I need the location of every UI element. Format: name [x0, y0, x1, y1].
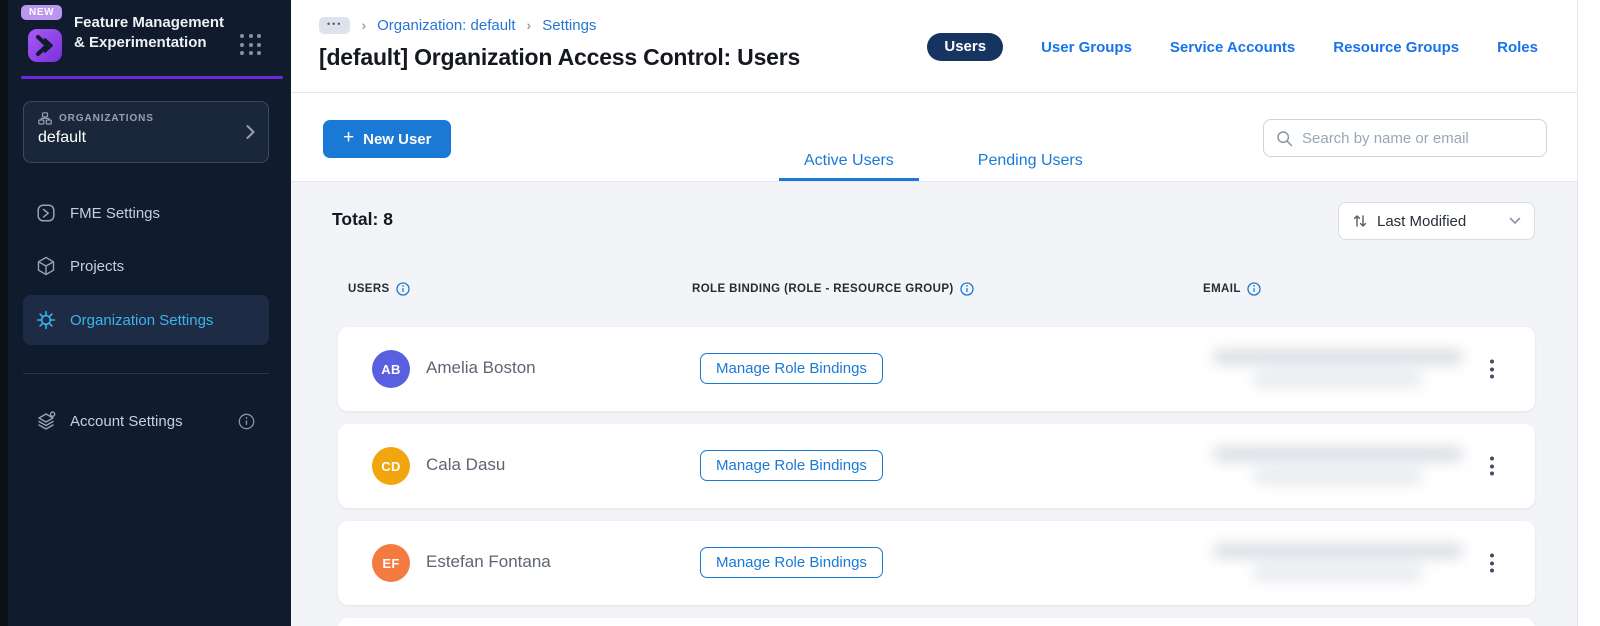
org-chart-icon	[38, 112, 52, 125]
page-title: [default] Organization Access Control: U…	[319, 44, 801, 70]
column-label: USERS	[348, 283, 390, 295]
sidebar-item-account-settings[interactable]: Account Settings	[23, 396, 269, 446]
cube-icon	[37, 256, 55, 276]
sidebar-item-label: Account Settings	[70, 412, 183, 430]
avatar-initials: EF	[382, 555, 400, 571]
gear-icon	[36, 310, 56, 330]
brand-title: Feature Management & Experimentation	[74, 14, 225, 51]
manage-role-bindings-button[interactable]: Manage Role Bindings	[700, 353, 883, 384]
new-badge: NEW	[21, 5, 63, 20]
new-user-button-label: New User	[363, 130, 432, 148]
avatar-initials: AB	[381, 361, 401, 377]
tab-users[interactable]: Users	[927, 33, 1004, 61]
table-row: CD Cala Dasu Manage Role Bindings	[338, 424, 1535, 508]
layers-icon	[38, 411, 56, 430]
table-row: EF Estefan Fontana Manage Role Bindings	[338, 521, 1535, 605]
brand-logo-icon	[27, 27, 63, 63]
sort-arrows-icon	[1353, 215, 1367, 227]
split-outline-icon	[37, 204, 55, 222]
tab-roles[interactable]: Roles	[1497, 39, 1538, 56]
info-icon[interactable]	[960, 282, 974, 296]
email-redacted	[1188, 340, 1498, 398]
info-icon[interactable]	[395, 282, 410, 296]
avatar: CD	[372, 447, 410, 485]
sort-label: Last Modified	[1377, 212, 1467, 230]
plus-icon: +	[343, 127, 355, 148]
content-right-border	[1577, 0, 1578, 626]
sort-dropdown[interactable]: Last Modified	[1338, 202, 1535, 240]
apps-grid-icon[interactable]	[240, 34, 262, 56]
email-redacted	[1188, 534, 1498, 592]
user-state-tabs: Active Users Pending Users	[779, 143, 1108, 181]
chevron-right-icon: ›	[361, 16, 367, 33]
new-user-button[interactable]: + New User	[323, 120, 452, 158]
tab-resource-groups[interactable]: Resource Groups	[1333, 39, 1459, 56]
app-window: NEW Feature Management & Experimentation	[0, 0, 1600, 626]
user-name: Cala Dasu	[426, 455, 506, 474]
chevron-right-icon: ›	[526, 16, 532, 33]
manage-role-bindings-button[interactable]: Manage Role Bindings	[700, 450, 883, 481]
sidebar-divider	[23, 373, 269, 374]
table-row-partial	[338, 618, 1535, 626]
avatar-initials: CD	[381, 458, 401, 474]
screen-edge	[0, 0, 8, 626]
total-count: Total: 8	[332, 209, 393, 229]
tab-pending-users[interactable]: Pending Users	[953, 143, 1108, 181]
sidebar-item-label: FME Settings	[70, 204, 161, 222]
sidebar: NEW Feature Management & Experimentation	[8, 0, 291, 626]
chevron-down-icon	[1509, 217, 1521, 225]
email-redacted	[1188, 437, 1498, 495]
search-input[interactable]	[1302, 129, 1534, 147]
organization-selector[interactable]: ORGANIZATIONS default	[23, 101, 269, 163]
row-menu-icon[interactable]	[1482, 453, 1502, 480]
sidebar-item-label: Organization Settings	[70, 311, 214, 329]
column-label: EMAIL	[1203, 283, 1241, 295]
row-menu-icon[interactable]	[1482, 356, 1502, 383]
organizations-label: ORGANIZATIONS	[59, 113, 154, 124]
avatar: EF	[372, 544, 410, 582]
info-icon[interactable]	[238, 413, 255, 430]
users-list-section: Total: 8 Last Modified USERS ROLE BINDIN…	[291, 182, 1577, 626]
breadcrumb: ••• › Organization: default › Settings	[319, 17, 596, 34]
avatar: AB	[372, 350, 410, 388]
sidebar-item-projects[interactable]: Projects	[23, 241, 269, 291]
tab-user-groups[interactable]: User Groups	[1041, 39, 1132, 56]
chevron-right-icon	[246, 125, 255, 139]
access-control-tabs: Users User Groups Service Accounts Resou…	[927, 33, 1538, 61]
manage-role-bindings-button[interactable]: Manage Role Bindings	[700, 547, 883, 578]
search-icon	[1277, 130, 1293, 146]
sidebar-item-label: Projects	[70, 257, 125, 275]
info-icon[interactable]	[1247, 282, 1261, 296]
tab-active-users[interactable]: Active Users	[779, 143, 919, 181]
main-area: ••• › Organization: default › Settings […	[291, 0, 1600, 626]
table-row: AB Amelia Boston Manage Role Bindings	[338, 327, 1535, 411]
brand-underline	[21, 76, 283, 79]
organization-value: default	[38, 129, 87, 146]
column-header-role-binding: ROLE BINDING (ROLE - RESOURCE GROUP)	[692, 282, 974, 296]
column-header-users: USERS	[348, 282, 410, 296]
column-header-email: EMAIL	[1203, 282, 1261, 296]
sidebar-item-fme-settings[interactable]: FME Settings	[23, 188, 269, 238]
header-divider	[291, 92, 1577, 93]
row-menu-icon[interactable]	[1482, 550, 1502, 577]
breadcrumb-settings-link[interactable]: Settings	[542, 17, 596, 34]
breadcrumb-organization-link[interactable]: Organization: default	[377, 17, 515, 34]
search-box	[1263, 119, 1547, 157]
tab-service-accounts[interactable]: Service Accounts	[1170, 39, 1295, 56]
user-name: Estefan Fontana	[426, 552, 551, 571]
user-name: Amelia Boston	[426, 358, 536, 377]
sidebar-item-organization-settings[interactable]: Organization Settings	[23, 295, 269, 345]
breadcrumb-ellipsis[interactable]: •••	[319, 17, 351, 34]
column-label: ROLE BINDING (ROLE - RESOURCE GROUP)	[692, 283, 954, 295]
